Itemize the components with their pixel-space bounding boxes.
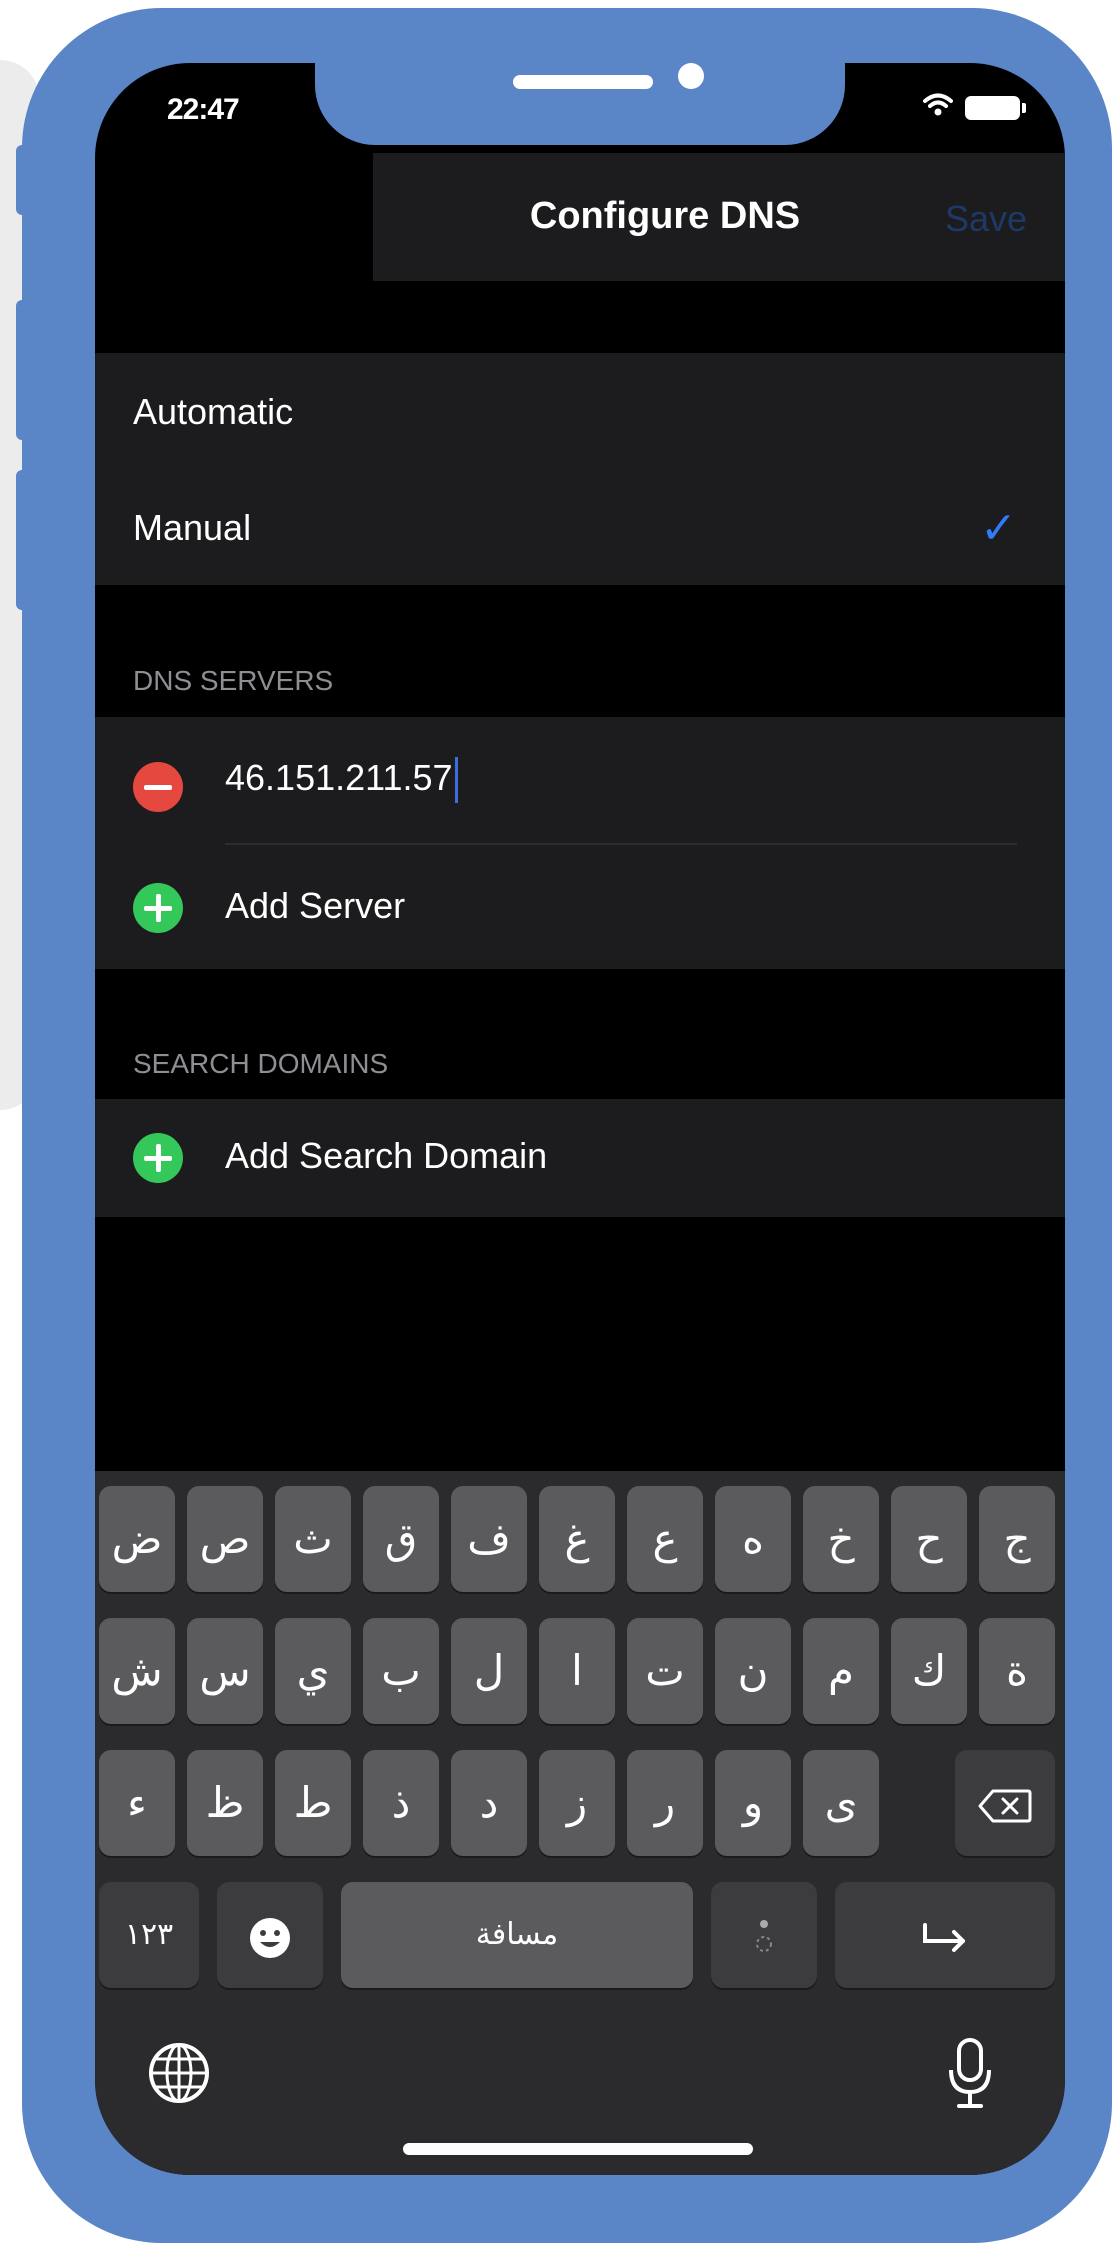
key[interactable]: ح xyxy=(891,1486,967,1592)
key[interactable]: ك xyxy=(891,1618,967,1724)
dns-servers-group: 46.151.211.57 Add Server xyxy=(95,717,1065,969)
add-search-domain-icon xyxy=(133,1133,183,1183)
key[interactable]: ة xyxy=(979,1618,1055,1724)
key[interactable]: و xyxy=(715,1750,791,1856)
key[interactable]: ق xyxy=(363,1486,439,1592)
dns-servers-header: DNS SERVERS xyxy=(133,665,334,696)
key[interactable]: ن xyxy=(715,1618,791,1724)
side-button-volume-up xyxy=(16,300,30,440)
dns-mode-group: Automatic Manual ✓ xyxy=(95,353,1065,585)
key[interactable]: ل xyxy=(451,1618,527,1724)
option-automatic-label: Automatic xyxy=(133,391,294,432)
microphone-icon[interactable] xyxy=(945,2036,995,2115)
key[interactable]: ي xyxy=(275,1618,351,1724)
side-button-silent xyxy=(16,145,30,215)
wifi-icon xyxy=(923,93,953,122)
numbers-key[interactable]: ١٢٣ xyxy=(99,1882,199,1988)
key[interactable]: غ xyxy=(539,1486,615,1592)
add-search-domain-label: Add Search Domain xyxy=(225,1135,548,1176)
key[interactable]: د xyxy=(451,1750,527,1856)
home-indicator[interactable] xyxy=(403,2143,753,2155)
globe-icon[interactable] xyxy=(147,2041,211,2110)
option-manual[interactable]: Manual ✓ xyxy=(95,469,1065,585)
option-manual-label: Manual xyxy=(133,507,252,548)
key[interactable]: ج xyxy=(979,1486,1055,1592)
add-search-domain-row[interactable]: Add Search Domain xyxy=(95,1099,1065,1217)
dns-server-value: 46.151.211.57 xyxy=(225,757,453,798)
notch xyxy=(315,63,845,145)
option-automatic[interactable]: Automatic xyxy=(95,353,1065,469)
key[interactable]: ر xyxy=(627,1750,703,1856)
add-server-row[interactable]: Add Server xyxy=(95,845,1065,969)
key[interactable]: ب xyxy=(363,1618,439,1724)
key[interactable]: ت xyxy=(627,1618,703,1724)
diacritic-icon xyxy=(754,1910,774,1959)
key[interactable]: ظ xyxy=(187,1750,263,1856)
key[interactable]: ه xyxy=(715,1486,791,1592)
speaker-grille xyxy=(513,75,653,89)
key[interactable]: ى xyxy=(803,1750,879,1856)
status-icons xyxy=(923,93,1026,122)
backspace-icon xyxy=(978,1778,1032,1827)
smiley-icon xyxy=(248,1910,292,1959)
key[interactable]: ذ xyxy=(363,1750,439,1856)
add-server-label: Add Server xyxy=(225,885,406,926)
key[interactable]: ف xyxy=(451,1486,527,1592)
search-domains-group: Add Search Domain xyxy=(95,1099,1065,1217)
key[interactable]: ط xyxy=(275,1750,351,1856)
add-server-icon xyxy=(133,883,183,933)
phone-screen: 22:47 Configure DNS Save Automatic Manua… xyxy=(95,63,1065,2175)
diacritic-key[interactable] xyxy=(711,1882,817,1988)
remove-server-icon[interactable] xyxy=(133,762,183,812)
side-button-volume-down xyxy=(16,470,30,610)
emoji-key[interactable] xyxy=(217,1882,323,1988)
text-cursor xyxy=(454,757,458,804)
key[interactable]: ص xyxy=(187,1486,263,1592)
search-domains-header: SEARCH DOMAINS xyxy=(133,1048,389,1079)
key[interactable]: خ xyxy=(803,1486,879,1592)
front-camera xyxy=(678,63,704,89)
backspace-key[interactable] xyxy=(955,1750,1055,1856)
key[interactable]: م xyxy=(803,1618,879,1724)
navigation-bar: Configure DNS Save xyxy=(373,153,1065,281)
key[interactable]: ض xyxy=(99,1486,175,1592)
key[interactable]: ز xyxy=(539,1750,615,1856)
return-arrow-icon xyxy=(921,1910,969,1959)
save-button[interactable]: Save xyxy=(945,198,1027,240)
dns-server-input[interactable]: 46.151.211.57 xyxy=(225,757,458,804)
key[interactable]: ع xyxy=(627,1486,703,1592)
key[interactable]: ا xyxy=(539,1618,615,1724)
space-key[interactable]: مسافة xyxy=(341,1882,693,1988)
dns-server-row: 46.151.211.57 xyxy=(95,717,1065,843)
arabic-keyboard: ض ص ث ق ف غ ع ه خ ح ج ش س ي ب ل ا ت ن م … xyxy=(95,1471,1065,2175)
key[interactable]: ث xyxy=(275,1486,351,1592)
battery-icon xyxy=(965,95,1026,120)
checkmark-icon: ✓ xyxy=(980,504,1017,553)
key[interactable]: ء xyxy=(99,1750,175,1856)
key[interactable]: ش xyxy=(99,1618,175,1724)
key[interactable]: س xyxy=(187,1618,263,1724)
return-key[interactable] xyxy=(835,1882,1055,1988)
status-time: 22:47 xyxy=(167,93,240,126)
